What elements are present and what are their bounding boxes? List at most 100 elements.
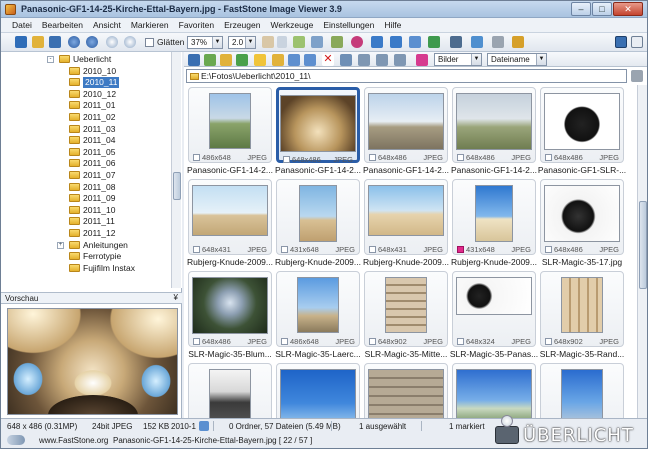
thumbnail-checkbox[interactable] — [281, 246, 288, 253]
next-icon[interactable] — [86, 36, 98, 48]
zoom-select[interactable]: 37% ▼ — [187, 36, 223, 49]
thumbnail-frame[interactable] — [364, 363, 448, 418]
filter-select[interactable]: Bilder ▼ — [434, 53, 482, 66]
thumbnail-checkbox[interactable] — [193, 154, 200, 161]
thumbnail-frame[interactable]: 486x648 JPEG — [188, 87, 272, 163]
tag-icon[interactable] — [416, 54, 428, 66]
thumbnail-checkbox[interactable] — [369, 246, 376, 253]
forward-icon[interactable] — [204, 54, 216, 66]
thumbnail-item[interactable] — [452, 363, 536, 418]
thumbnail-frame[interactable]: 648x431 JPEG — [364, 179, 448, 255]
thumbnail-item[interactable]: 648x431 JPEG Rubjerg-Knude-2009... — [363, 179, 449, 267]
thumbnail-image[interactable] — [297, 277, 339, 333]
thumbnail-checkbox[interactable] — [545, 246, 552, 253]
menu-erzeugen[interactable]: Erzeugen — [219, 18, 265, 32]
thumbnail-image[interactable] — [280, 95, 356, 152]
thumbnail-item[interactable] — [188, 363, 272, 418]
new-folder-icon[interactable] — [272, 54, 284, 66]
print-icon[interactable] — [492, 36, 504, 48]
thumbnail-item[interactable]: 648x902 JPEG SLR-Magic-35-Rand... — [540, 271, 624, 359]
thumbnail-image[interactable] — [475, 185, 513, 242]
menu-werkzeuge[interactable]: Werkzeuge — [265, 18, 318, 32]
sort-select[interactable]: Dateiname ▼ — [487, 53, 547, 66]
thumbnail-image[interactable] — [544, 93, 620, 150]
rotate-right-icon[interactable] — [390, 36, 402, 48]
thumbnail-frame[interactable] — [452, 363, 536, 418]
thumbnail-checkbox[interactable] — [457, 338, 464, 345]
tree-scroll-thumb[interactable] — [173, 172, 181, 200]
thumbnail-frame[interactable] — [540, 363, 624, 418]
chevron-down-icon[interactable] — [277, 36, 287, 48]
thumbnail-frame[interactable]: 486x648 JPEG — [276, 271, 360, 347]
thumbnail-item[interactable]: 648x431 JPEG Rubjerg-Knude-2009... — [187, 179, 273, 267]
thumbnail-image[interactable] — [561, 277, 603, 333]
thumbnail-image[interactable] — [209, 369, 251, 418]
thumbnail-frame[interactable]: 648x324 JPEG — [452, 271, 536, 347]
thumbnail-checkbox[interactable] — [193, 246, 200, 253]
thumbnail-item[interactable]: 648x486 JPEG Panasonic-GF1-SLR-... — [538, 87, 626, 175]
maximize-button[interactable]: □ — [592, 2, 612, 16]
thumbnail-item[interactable] — [364, 363, 448, 418]
thumbnail-item[interactable]: 648x486 JPEG Panasonic-GF1-14-2... — [363, 87, 449, 175]
thumbnail-item[interactable]: 648x486 JPEG SLR-Magic-35-17.jpg — [540, 179, 624, 267]
website-link[interactable]: www.FastStone.org — [39, 436, 108, 445]
path-input[interactable]: E:\Fotos\Ueberlicht\2010_11\ — [186, 69, 627, 83]
thumbnail-image[interactable] — [368, 93, 444, 150]
thumbnail-frame[interactable]: 431x648 JPEG — [452, 179, 536, 255]
thumbnail-checkbox[interactable] — [193, 338, 200, 345]
settings-icon[interactable] — [512, 36, 524, 48]
thumbnail-item[interactable] — [540, 363, 624, 418]
save-icon[interactable] — [49, 36, 61, 48]
thumbnail-frame[interactable]: 648x486 JPEG — [540, 179, 624, 255]
open-icon[interactable] — [15, 36, 27, 48]
thumbnail-item[interactable]: 431x648 JPEG Rubjerg-Knude-2009... — [275, 179, 361, 267]
thumbnail-item[interactable]: 486x648 JPEG SLR-Magic-35-Laerc... — [275, 271, 361, 359]
thumbnail-item[interactable]: 431x648 JPEG Rubjerg-Knude-2009... — [451, 179, 537, 267]
thumbnail-image[interactable] — [456, 93, 532, 150]
menu-favoriten[interactable]: Favoriten — [174, 18, 219, 32]
resize-icon[interactable] — [293, 36, 305, 48]
thumbnail-image[interactable] — [456, 277, 532, 315]
back-icon[interactable] — [188, 54, 200, 66]
thumbnail-item[interactable]: 648x486 JPEG Panasonic-GF1-14-2... — [275, 87, 361, 175]
email-icon[interactable] — [471, 36, 483, 48]
list-view-icon[interactable] — [376, 54, 388, 66]
thumbnail-frame[interactable] — [276, 363, 360, 418]
minimize-button[interactable]: – — [571, 2, 591, 16]
thumbnail-frame[interactable]: 648x902 JPEG — [540, 271, 624, 347]
folder-tree[interactable]: - Ueberlicht 2010_10 2010_11 2010_12 2011_01 2… — [1, 52, 182, 288]
star-icon[interactable] — [254, 54, 266, 66]
details-view-icon[interactable] — [358, 54, 370, 66]
folder-up-icon[interactable] — [220, 54, 232, 66]
thumbnail-image[interactable] — [368, 185, 444, 236]
folder-icon[interactable] — [32, 36, 44, 48]
info-icon[interactable] — [199, 421, 209, 431]
collapse-icon[interactable]: - — [47, 56, 54, 63]
layout-icon[interactable] — [631, 36, 643, 48]
hand-icon[interactable] — [262, 36, 274, 48]
rotate-left-icon[interactable] — [371, 36, 383, 48]
smooth-checkbox[interactable] — [145, 38, 154, 47]
thumbnail-image[interactable] — [192, 185, 268, 236]
thumbnail-image[interactable] — [209, 93, 251, 149]
thumbnail-frame[interactable]: 648x431 JPEG — [188, 179, 272, 255]
trash-icon[interactable] — [631, 70, 643, 82]
previous-icon[interactable] — [68, 36, 80, 48]
zoom-out-icon[interactable] — [124, 36, 136, 48]
thumbnail-item[interactable]: 648x902 JPEG SLR-Magic-35-Mitte... — [364, 271, 448, 359]
thumbnail-image[interactable] — [544, 185, 620, 242]
flip-icon[interactable] — [409, 36, 421, 48]
refresh-icon[interactable] — [236, 54, 248, 66]
thumbnail-checkbox[interactable] — [545, 154, 552, 161]
menu-hilfe[interactable]: Hilfe — [379, 18, 406, 32]
menu-einstellungen[interactable]: Einstellungen — [318, 18, 379, 32]
thumbnail-frame[interactable] — [188, 363, 272, 418]
thumbnail-item[interactable] — [276, 363, 360, 418]
menu-bearbeiten[interactable]: Bearbeiten — [37, 18, 88, 32]
delete-icon[interactable]: ✕ — [322, 54, 334, 66]
menu-ansicht[interactable]: Ansicht — [88, 18, 126, 32]
thumbnail-item[interactable]: 486x648 JPEG Panasonic-GF1-14-2... — [187, 87, 273, 175]
thumbnail-checkbox[interactable] — [369, 154, 376, 161]
thumbnail-frame[interactable]: 648x486 JPEG — [276, 87, 360, 164]
thumbnail-image[interactable] — [368, 369, 444, 418]
